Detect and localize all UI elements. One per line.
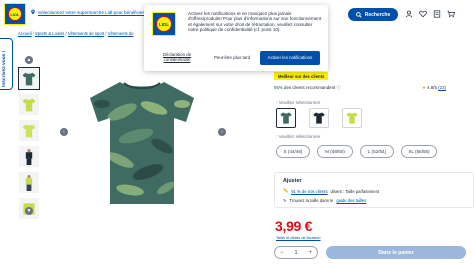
signup-side-tab[interactable]: Inscrivez-vous !: [0, 38, 13, 90]
privacy-declaration-link[interactable]: Déclaration de confidentialité: [152, 51, 202, 65]
breadcrumb-sports[interactable]: Sports & Loisirs: [35, 31, 64, 36]
thumbnail-list: [18, 67, 40, 224]
image-next-button[interactable]: ›: [218, 128, 226, 136]
thumbnail-lime-shirt[interactable]: [19, 94, 39, 115]
price: 3,99 €: [275, 218, 313, 234]
quantity-value[interactable]: 1: [295, 250, 298, 256]
store-select-label: Sélectionnez votre supermarché Lidl pour…: [38, 9, 151, 15]
thumbnails-down-button[interactable]: ▼: [25, 207, 33, 215]
chevron-down-icon: ▼: [26, 208, 32, 214]
quantity-increase-button[interactable]: +: [308, 250, 312, 256]
black-shirt-swatch-image: [313, 112, 325, 124]
size-option-s[interactable]: S (44/46): [276, 145, 310, 158]
signup-side-tab-label: Inscrivez-vous !: [2, 50, 7, 87]
add-to-cart-button[interactable]: Dans le panier: [326, 246, 466, 259]
store-select-link[interactable]: Sélectionnez votre supermarché Lidl pour…: [30, 9, 150, 15]
breadcrumb-clothing[interactable]: Vêtements de: [108, 31, 134, 36]
color-swatch-camo[interactable]: [276, 108, 296, 128]
lime-shirt-swatch-image: [346, 112, 358, 124]
cart-icon[interactable]: [447, 10, 455, 18]
thumbnail-model-black[interactable]: [19, 146, 39, 167]
lime-shirt-thumb-image: [22, 98, 36, 111]
camo-shirt-swatch-image: [280, 112, 292, 124]
fit-stat-link[interactable]: 91 % de nos clients: [291, 189, 327, 194]
recommend-text: 95% des clients recommandent ⓘ: [274, 85, 341, 90]
search-icon: [355, 11, 362, 18]
rating[interactable]: ★ 4.8/5 (23): [422, 85, 446, 91]
thumbnail-lime-shirt-back[interactable]: [19, 120, 39, 141]
star-icon: ★: [422, 85, 426, 90]
size-option-xl[interactable]: XL (56/58): [401, 145, 437, 158]
search-button[interactable]: Recherche: [348, 8, 398, 21]
rating-count[interactable]: (23): [438, 85, 446, 90]
search-button-label: Recherche: [364, 11, 391, 18]
modal-lidl-logo: LIDL: [152, 12, 176, 36]
quantity-stepper: − 1 +: [274, 246, 318, 259]
size-select-label: : Veuillez sélectionner: [276, 134, 321, 139]
quantity-decrease-button[interactable]: −: [280, 250, 284, 256]
product-main-image: [90, 82, 194, 204]
color-select-label: : Veuillez sélectionner: [276, 100, 321, 105]
bestseller-badge: Meilleur sur des clients: [274, 72, 329, 80]
activate-notifications-button[interactable]: Activer les notifications: [260, 51, 320, 65]
fit-title: Ajuster: [283, 178, 302, 184]
camo-shirt-thumb-image: [22, 72, 36, 85]
pencil-icon: ✎: [283, 198, 287, 203]
size-guide-line: ✎ Trouvez la taille dans le guide des ta…: [283, 198, 367, 203]
breadcrumb-home[interactable]: Accueil: [18, 31, 32, 36]
list-icon[interactable]: [433, 10, 441, 18]
thumbnail-camo-shirt[interactable]: [18, 67, 40, 90]
breadcrumb-sportswear[interactable]: Vêtements de sport: [68, 31, 104, 36]
model-black-thumb-image: [25, 148, 33, 165]
chevron-left-icon: ‹: [63, 129, 65, 135]
breadcrumb: Accueil / Sports & Loisirs / Vêtements d…: [18, 31, 134, 36]
thumbnail-model-lime[interactable]: [19, 172, 39, 193]
location-pin-icon: [31, 9, 35, 15]
chevron-up-icon: ▲: [26, 57, 32, 63]
size-option-m[interactable]: M (48/50): [317, 145, 353, 158]
lidl-logo[interactable]: LIDL: [4, 3, 26, 25]
chevron-right-icon: ›: [221, 129, 223, 135]
lime-shirt-back-thumb-image: [22, 124, 36, 137]
logo-text: LIDL: [8, 7, 22, 21]
fit-stat-line: 📏 91 % de nos clients disent : Taille pa…: [283, 188, 380, 194]
delivery-fees-link[interactable]: Tarifs et délais de livraison: [276, 236, 321, 240]
rating-value: 4.8/5: [427, 85, 437, 90]
model-lime-thumb-image: [25, 174, 33, 191]
fit-info-box: Ajuster 📏 91 % de nos clients disent : T…: [274, 172, 474, 208]
notification-prompt-text: Activez les notifications et ne manquez …: [188, 11, 322, 33]
heart-icon[interactable]: [419, 10, 427, 18]
notification-prompt: LIDL Activez les notifications et ne man…: [144, 5, 328, 71]
image-prev-button[interactable]: ‹: [60, 128, 68, 136]
thumbnails-up-button[interactable]: ▲: [25, 56, 33, 64]
modal-logo-text: LIDL: [156, 16, 172, 32]
size-guide-link[interactable]: guide des tailles: [336, 198, 366, 203]
maybe-later-button[interactable]: Peut-être plus tard: [210, 51, 254, 65]
color-swatch-lime[interactable]: [342, 108, 362, 128]
color-swatch-black[interactable]: [309, 108, 329, 128]
size-option-l[interactable]: L (52/54): [360, 145, 394, 158]
user-icon[interactable]: [405, 10, 413, 18]
ruler-icon: 📏: [283, 188, 289, 193]
info-icon[interactable]: ⓘ: [337, 85, 341, 90]
